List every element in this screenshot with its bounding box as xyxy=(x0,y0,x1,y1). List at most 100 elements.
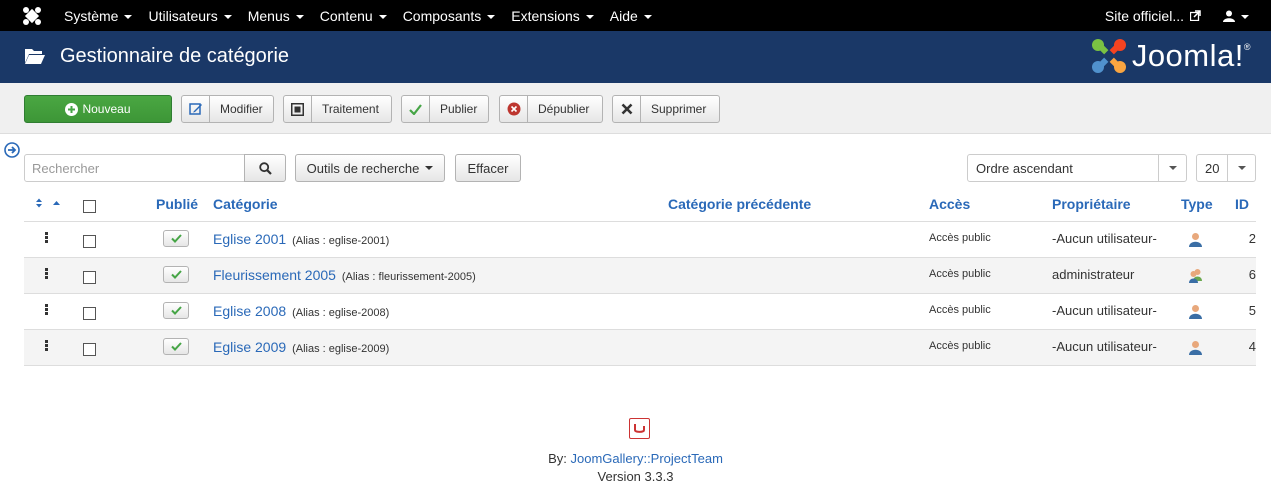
menu-help[interactable]: Aide xyxy=(602,0,660,31)
external-link-icon xyxy=(1190,10,1201,21)
ordering-select[interactable]: Ordre ascendant xyxy=(967,154,1187,182)
menu-users[interactable]: Utilisateurs xyxy=(140,0,239,31)
delete-button[interactable]: Supprimer xyxy=(612,95,720,123)
search-button[interactable] xyxy=(244,154,286,182)
chevron-down-icon xyxy=(1227,155,1255,181)
search-input[interactable] xyxy=(24,154,245,182)
column-category[interactable]: Catégorie xyxy=(213,196,278,212)
check-icon xyxy=(170,306,182,315)
admin-type-icon xyxy=(1189,269,1202,283)
menu-system[interactable]: Système xyxy=(56,0,140,31)
checkbox-partial-icon xyxy=(284,96,312,122)
category-title-link[interactable]: Fleurissement 2005 (Alias : fleurissemen… xyxy=(213,267,476,283)
category-alias: (Alias : eglise-2009) xyxy=(292,343,390,355)
categories-table: Publié Catégorie Catégorie précédente Ac… xyxy=(24,186,1256,366)
close-icon xyxy=(613,96,641,122)
menu-extensions[interactable]: Extensions xyxy=(503,0,601,31)
column-published[interactable]: Publié xyxy=(156,196,198,212)
limit-select[interactable]: 20 xyxy=(1196,154,1256,182)
table-header: Publié Catégorie Catégorie précédente Ac… xyxy=(24,186,1256,222)
menu-menus[interactable]: Menus xyxy=(240,0,312,31)
new-button[interactable]: Nouveau xyxy=(24,95,172,123)
sort-ordering-icon[interactable] xyxy=(34,197,64,209)
menu-label: Extensions xyxy=(511,7,580,24)
edit-button-label: Modifier xyxy=(220,102,263,116)
access-level: Accès public xyxy=(929,304,991,316)
edit-icon xyxy=(182,96,210,122)
caret-down-icon xyxy=(585,14,594,19)
category-alias: (Alias : fleurissement-2005) xyxy=(341,271,476,283)
site-link-label: Site officiel... xyxy=(1104,7,1184,24)
folder-open-icon xyxy=(25,49,45,64)
column-id[interactable]: ID xyxy=(1235,196,1249,212)
category-title-link[interactable]: Eglise 2009 (Alias : eglise-2009) xyxy=(213,339,389,355)
menu-components[interactable]: Composants xyxy=(395,0,504,31)
search-tools-button[interactable]: Outils de recherche xyxy=(295,154,445,182)
row-checkbox[interactable] xyxy=(83,307,96,320)
project-team-link[interactable]: JoomGallery::ProjectTeam xyxy=(570,451,722,466)
category-title: Eglise 2001 xyxy=(213,231,287,247)
check-icon xyxy=(170,234,182,243)
menu-label: Composants xyxy=(402,7,482,24)
owner-name: administrateur xyxy=(1052,267,1135,282)
select-all-checkbox[interactable] xyxy=(83,200,96,213)
plus-circle-icon xyxy=(65,96,79,122)
delete-button-label: Supprimer xyxy=(651,102,707,116)
publish-toggle[interactable] xyxy=(163,266,189,283)
joomgallery-logo-icon xyxy=(629,418,650,439)
toolbar: Nouveau Modifier Traitement Publier Dépu… xyxy=(0,83,1271,134)
menu-content[interactable]: Contenu xyxy=(312,0,395,31)
joomla-logo-icon[interactable] xyxy=(22,6,42,26)
clear-button-label: Effacer xyxy=(467,160,509,176)
edit-button[interactable]: Modifier xyxy=(181,95,274,123)
row-checkbox[interactable] xyxy=(83,271,96,284)
joomla-brand-icon xyxy=(1091,39,1126,73)
category-title-link[interactable]: Eglise 2001 (Alias : eglise-2001) xyxy=(213,231,389,247)
table-row: Fleurissement 2005 (Alias : fleurissemen… xyxy=(24,258,1256,294)
category-id: 5 xyxy=(1248,303,1256,318)
category-title: Fleurissement 2005 xyxy=(213,267,336,283)
menu-label: Menus xyxy=(247,7,290,24)
search-icon xyxy=(258,161,272,175)
footer-version: Version 3.3.3 xyxy=(597,469,674,484)
unpublish-circle-icon xyxy=(500,96,528,122)
category-alias: (Alias : eglise-2008) xyxy=(292,307,390,319)
page-header: Gestionnaire de catégorie Joomla!® xyxy=(0,31,1271,83)
category-title-link[interactable]: Eglise 2008 (Alias : eglise-2008) xyxy=(213,303,389,319)
brand-label: Joomla! xyxy=(1131,38,1244,73)
column-owner[interactable]: Propriétaire xyxy=(1052,196,1131,212)
clear-button[interactable]: Effacer xyxy=(455,154,521,182)
publish-button[interactable]: Publier xyxy=(401,95,489,123)
table-row: Eglise 2008 (Alias : eglise-2008) Accès … xyxy=(24,294,1256,330)
drag-handle-icon[interactable] xyxy=(45,340,49,353)
drag-handle-icon[interactable] xyxy=(45,304,49,317)
caret-down-icon xyxy=(223,14,232,19)
user-type-icon xyxy=(1189,233,1202,247)
check-icon xyxy=(402,96,430,122)
owner-name: -Aucun utilisateur- xyxy=(1052,339,1157,354)
publish-toggle[interactable] xyxy=(163,338,189,355)
access-level: Accès public xyxy=(929,340,991,352)
sidebar-toggle-icon[interactable] xyxy=(4,142,20,158)
caret-down-icon xyxy=(295,14,304,19)
menu-label: Utilisateurs xyxy=(148,7,218,24)
drag-handle-icon[interactable] xyxy=(45,268,49,281)
user-menu[interactable] xyxy=(1223,10,1271,22)
column-type[interactable]: Type xyxy=(1181,196,1213,212)
caret-down-icon xyxy=(124,14,133,19)
site-link[interactable]: Site officiel... xyxy=(1105,8,1223,24)
publish-toggle[interactable] xyxy=(163,302,189,319)
column-parent-category[interactable]: Catégorie précédente xyxy=(668,196,811,212)
publish-toggle[interactable] xyxy=(163,230,189,247)
unpublish-button[interactable]: Dépublier xyxy=(499,95,603,123)
column-access[interactable]: Accès xyxy=(929,196,970,212)
row-checkbox[interactable] xyxy=(83,343,96,356)
footer-credits: By: JoomGallery::ProjectTeam xyxy=(0,451,1271,466)
new-button-label: Nouveau xyxy=(82,102,131,116)
limit-select-value: 20 xyxy=(1205,160,1220,176)
table-row: Eglise 2001 (Alias : eglise-2001) Accès … xyxy=(24,222,1256,258)
drag-handle-icon[interactable] xyxy=(45,232,49,245)
row-checkbox[interactable] xyxy=(83,235,96,248)
caret-down-icon xyxy=(487,14,496,19)
batch-button[interactable]: Traitement xyxy=(283,95,392,123)
